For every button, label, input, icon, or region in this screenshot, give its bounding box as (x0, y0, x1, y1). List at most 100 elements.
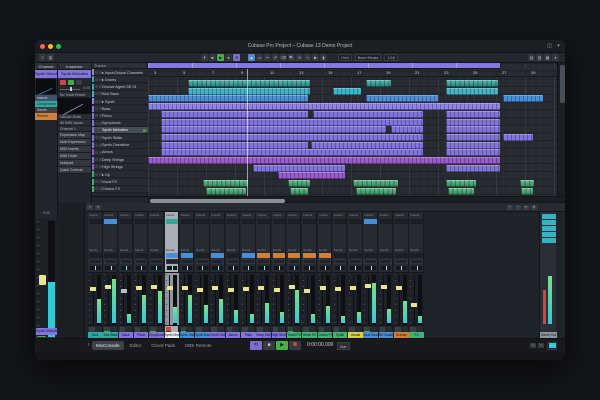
fader-handle[interactable] (365, 284, 371, 288)
fader-handle[interactable] (121, 289, 127, 293)
inspector-section-header[interactable]: Quick Controls (58, 167, 91, 174)
send-slot[interactable] (196, 253, 209, 258)
send-slot[interactable] (135, 253, 148, 258)
pan-control[interactable] (365, 266, 376, 270)
track-record-button[interactable] (143, 129, 146, 132)
routing-slot[interactable] (273, 259, 286, 264)
mixer-channel-strip[interactable]: InsertsSendsFX (409, 212, 424, 338)
mixer-channel-strip[interactable]: InsertsSendsKick Bass (103, 212, 118, 338)
track-zoom-controls[interactable] (92, 196, 148, 203)
insert-slot[interactable] (288, 219, 301, 224)
track-row[interactable]: High Strings (92, 164, 148, 171)
window-zone-toggle-icon[interactable]: ▥ (536, 54, 543, 61)
insert-slot[interactable] (196, 219, 209, 224)
vertical-scroll-thumb[interactable] (560, 65, 565, 103)
routing-slot[interactable] (89, 259, 102, 264)
audio-midi-clip[interactable] (161, 119, 423, 126)
audio-midi-clip[interactable] (148, 95, 308, 102)
audio-midi-clip[interactable] (446, 119, 500, 126)
title-bar[interactable]: Cubase Pro Project – Cubase 13 Demo Proj… (35, 40, 565, 53)
insert-slot[interactable] (120, 219, 133, 224)
track-row[interactable]: Synth Overdrive (92, 142, 148, 149)
audio-midi-clip[interactable] (311, 142, 423, 149)
audio-midi-clip[interactable] (356, 188, 396, 195)
routing-slot[interactable] (303, 259, 316, 264)
titlebar-dropdown-icon[interactable]: ▾ (555, 43, 562, 50)
vertical-scrollbar[interactable] (557, 63, 565, 196)
routing-slot[interactable] (227, 259, 240, 264)
time-unit-selector[interactable]: Bar (337, 342, 349, 350)
lower-zone-tab-midi-remote[interactable]: MIDI Remote (181, 341, 216, 350)
track-row[interactable]: ▸ Up (92, 171, 148, 178)
fader-handle[interactable] (350, 286, 356, 290)
fader-handle[interactable] (182, 286, 188, 290)
read-automation-button[interactable] (76, 80, 82, 85)
audio-midi-clip[interactable] (448, 188, 474, 195)
insert-slot[interactable] (349, 219, 362, 224)
fader-handle[interactable] (90, 287, 96, 291)
insert-slot[interactable] (334, 219, 347, 224)
channel-mute-button[interactable] (242, 327, 248, 331)
track-mute-button[interactable] (95, 85, 98, 88)
routing-slot[interactable] (166, 259, 179, 264)
channel-mute-button[interactable] (211, 327, 217, 331)
tool-icon[interactable]: ▲ (248, 54, 255, 61)
audio-midi-clip[interactable] (161, 134, 423, 141)
mixer-channel-strip[interactable]: InsertsSendsSynth Overdrive (210, 212, 225, 338)
master-channel-strip[interactable]: Stereo Out (539, 212, 556, 338)
channel-mute-button[interactable] (135, 327, 141, 331)
track-row[interactable]: Bass (92, 106, 148, 113)
audio-midi-clip[interactable] (446, 142, 500, 149)
mixer-toolbar-icon[interactable]: ▾ (523, 205, 529, 210)
horizontal-scrollbar[interactable] (148, 196, 565, 203)
horizontal-scroll-thumb[interactable] (150, 199, 285, 203)
fader-handle[interactable] (228, 288, 234, 292)
audio-midi-clip[interactable] (446, 88, 498, 95)
track-mute-button[interactable] (95, 92, 98, 95)
routing-slot[interactable] (334, 259, 347, 264)
routing-slot[interactable] (349, 259, 362, 264)
mixer-channel-strip[interactable]: InsertsSendsKick (88, 212, 103, 338)
pan-control[interactable] (151, 266, 162, 270)
pan-control[interactable] (304, 266, 315, 270)
titlebar-layout-icon[interactable]: ◫ (546, 43, 553, 50)
track-row[interactable]: Symphonic (92, 120, 148, 127)
track-mute-button[interactable] (95, 180, 98, 183)
track-mute-button[interactable] (95, 187, 98, 190)
pan-control[interactable] (182, 266, 193, 270)
routing-slot[interactable] (150, 259, 163, 264)
mixer-channel-strip[interactable]: InsertsSendsVerse FX (302, 212, 317, 338)
bottom-right-icon[interactable]: ≡ (538, 343, 544, 348)
track-row[interactable]: Kick Bass (92, 91, 148, 98)
back-arrow-icon[interactable]: ‹ (85, 341, 92, 350)
record-enable-button[interactable] (60, 80, 66, 85)
mixer-channel-strip[interactable]: InsertsSendsOverlay (394, 212, 409, 338)
transport-icon[interactable]: ⏴ (201, 54, 208, 61)
inspector-section-header[interactable]: Notepad (58, 160, 91, 167)
audio-midi-clip[interactable] (148, 157, 500, 164)
fader-handle[interactable] (197, 288, 203, 292)
insert-slot[interactable] (303, 219, 316, 224)
play-button[interactable]: ▶ (217, 54, 224, 61)
channel-mute-button[interactable] (319, 327, 325, 331)
mixer-toolbar-icon[interactable]: + (507, 205, 513, 210)
audio-midi-clip[interactable] (446, 165, 500, 172)
send-slot[interactable] (227, 253, 240, 258)
tool-icon[interactable]: ⌫ (280, 54, 287, 61)
pan-control[interactable] (381, 266, 392, 270)
channel-mute-button[interactable] (395, 327, 401, 331)
track-row[interactable]: Deep Strings (92, 157, 148, 164)
play-button[interactable]: ▶ (276, 341, 288, 350)
send-slot[interactable] (242, 253, 255, 258)
mixer-channel-strip[interactable]: InsertsSendsAtmos (226, 212, 241, 338)
mixer-channel-strip[interactable]: InsertsSendsBG Vocals (379, 212, 394, 338)
channel-mute-button[interactable] (89, 327, 95, 331)
audio-midi-clip[interactable] (520, 180, 534, 187)
audio-midi-clip[interactable] (521, 188, 533, 195)
send-slot[interactable] (349, 253, 362, 258)
audio-midi-clip[interactable] (161, 149, 423, 156)
channel-mute-button[interactable] (104, 327, 110, 331)
pan-control[interactable] (121, 266, 132, 270)
channel-mute-button[interactable] (120, 327, 126, 331)
send-slot[interactable] (380, 253, 393, 258)
